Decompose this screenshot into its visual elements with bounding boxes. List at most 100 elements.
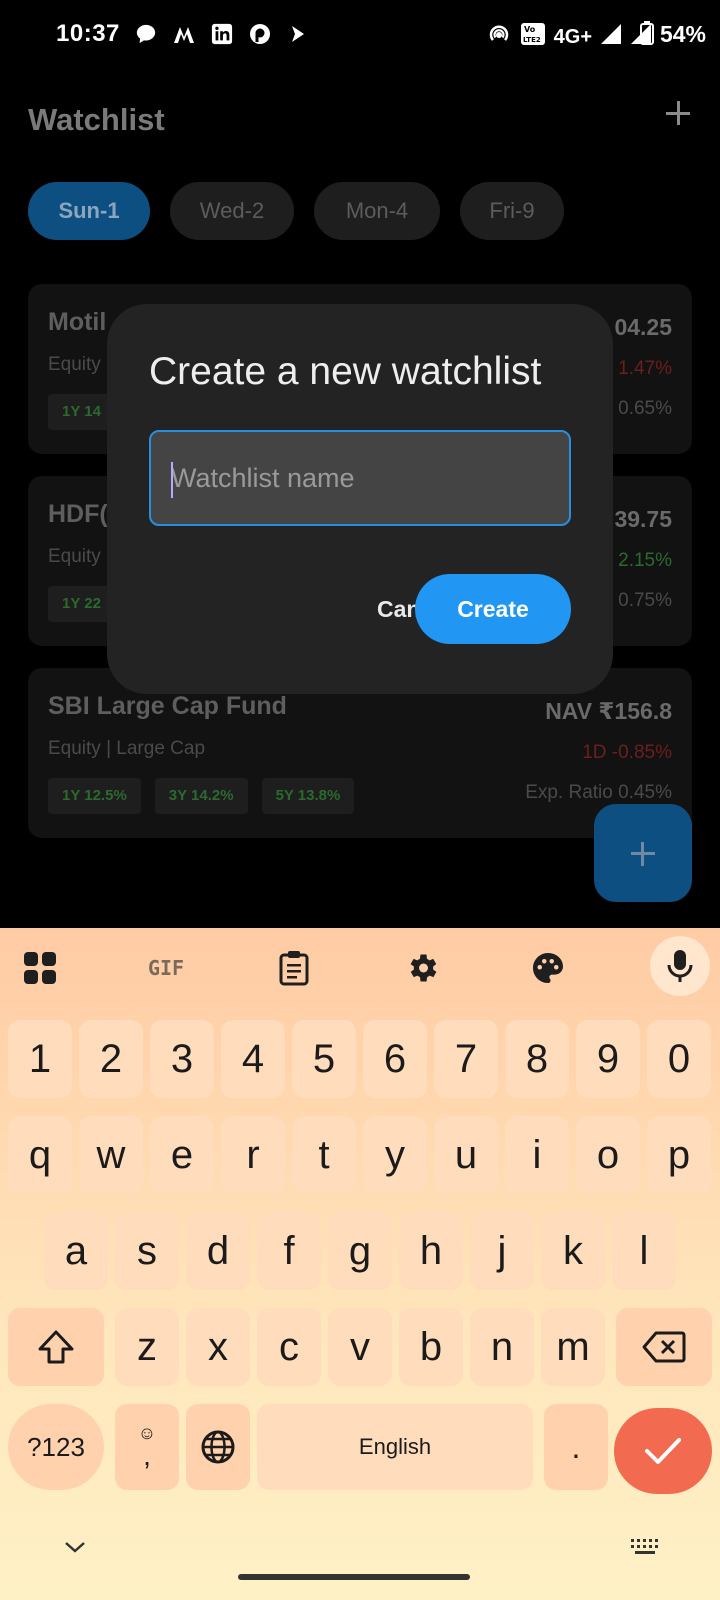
shift-icon	[38, 1330, 74, 1364]
fund-change: 1D -0.85%	[582, 742, 672, 763]
hide-keyboard-chevron-icon[interactable]	[62, 1538, 88, 1561]
status-bar: 10:37 Vo LTE2 4G+ 54%	[0, 0, 720, 72]
notification-icons	[134, 22, 310, 46]
arrow-app-icon	[286, 22, 310, 46]
comma-label: ,	[143, 1440, 151, 1471]
battery-icon	[639, 21, 660, 47]
key-b[interactable]: b	[399, 1308, 463, 1386]
plus-icon[interactable]	[660, 96, 696, 132]
period-key[interactable]: .	[544, 1404, 608, 1490]
key-j[interactable]: j	[470, 1212, 534, 1290]
apps-grid-icon[interactable]	[18, 946, 62, 990]
key-7[interactable]: 7	[434, 1020, 498, 1098]
key-k[interactable]: k	[541, 1212, 605, 1290]
status-time: 10:37	[56, 20, 120, 47]
palette-icon[interactable]	[526, 946, 570, 990]
keyboard: GIF 1 2 3 4 5 6 7 8 9 0 q w e r t y u i …	[0, 928, 720, 1600]
key-d[interactable]: d	[186, 1212, 250, 1290]
symbols-key[interactable]: ?123	[8, 1404, 104, 1490]
fund-nav: 04.25	[614, 314, 672, 340]
key-1[interactable]: 1	[8, 1020, 72, 1098]
add-fund-fab[interactable]	[594, 804, 692, 902]
key-8[interactable]: 8	[505, 1020, 569, 1098]
tab-sun-1[interactable]: Sun-1	[28, 182, 150, 240]
m-app-icon	[172, 22, 196, 46]
key-u[interactable]: u	[434, 1116, 498, 1194]
key-x[interactable]: x	[186, 1308, 250, 1386]
watchlist-name-input[interactable]	[171, 432, 551, 524]
key-e[interactable]: e	[150, 1116, 214, 1194]
fund-change: 1.47%	[618, 358, 672, 379]
key-v[interactable]: v	[328, 1308, 392, 1386]
fund-change: 2.15%	[618, 550, 672, 571]
key-g[interactable]: g	[328, 1212, 392, 1290]
gif-icon[interactable]: GIF	[144, 946, 188, 990]
key-z[interactable]: z	[115, 1308, 179, 1386]
p-app-icon	[248, 22, 272, 46]
globe-icon	[201, 1430, 235, 1464]
fund-nav: NAV ₹156.8	[545, 698, 672, 724]
key-y[interactable]: y	[363, 1116, 427, 1194]
key-l[interactable]: l	[612, 1212, 676, 1290]
return-chip: 1Y 12.5%	[48, 778, 141, 814]
fund-name: SBI Large Cap Fund	[48, 692, 287, 720]
key-m[interactable]: m	[541, 1308, 605, 1386]
key-5[interactable]: 5	[292, 1020, 356, 1098]
text-cursor	[171, 462, 173, 498]
key-4[interactable]: 4	[221, 1020, 285, 1098]
svg-text:Vo: Vo	[524, 25, 536, 34]
key-h[interactable]: h	[399, 1212, 463, 1290]
tab-fri-9[interactable]: Fri-9	[460, 182, 564, 240]
system-icons: Vo LTE2 4G+	[486, 22, 652, 52]
key-0[interactable]: 0	[647, 1020, 711, 1098]
fund-category: Equity | Large Cap	[48, 738, 206, 759]
fund-name: HDF(	[48, 500, 108, 528]
key-i[interactable]: i	[505, 1116, 569, 1194]
key-w[interactable]: w	[79, 1116, 143, 1194]
key-6[interactable]: 6	[363, 1020, 427, 1098]
key-q[interactable]: q	[8, 1116, 72, 1194]
fund-exp-ratio: 0.75%	[618, 590, 672, 611]
watchlist-tabs: Sun-1 Wed-2 Mon-4 Fri-9	[28, 182, 564, 240]
checkmark-icon	[645, 1438, 681, 1464]
clipboard-icon[interactable]	[272, 946, 316, 990]
battery-percent: 54%	[659, 21, 706, 47]
key-o[interactable]: o	[576, 1116, 640, 1194]
create-button[interactable]: Create	[415, 574, 571, 644]
shift-key[interactable]	[8, 1308, 104, 1386]
key-f[interactable]: f	[257, 1212, 321, 1290]
fund-exp-ratio: 0.65%	[618, 398, 672, 419]
language-globe-key[interactable]	[186, 1404, 250, 1490]
key-3[interactable]: 3	[150, 1020, 214, 1098]
key-c[interactable]: c	[257, 1308, 321, 1386]
chat-bubble-icon	[134, 22, 158, 46]
key-n[interactable]: n	[470, 1308, 534, 1386]
settings-gear-icon[interactable]	[400, 946, 444, 990]
tab-mon-4[interactable]: Mon-4	[314, 182, 440, 240]
home-gesture-pill[interactable]	[238, 1574, 470, 1580]
emoji-comma-key[interactable]: ☺ ,	[115, 1404, 179, 1490]
tab-wed-2[interactable]: Wed-2	[170, 182, 294, 240]
create-watchlist-dialog: Create a new watchlist Cancel Create	[107, 304, 613, 694]
fund-exp-ratio: Exp. Ratio 0.45%	[525, 782, 672, 803]
key-r[interactable]: r	[221, 1116, 285, 1194]
done-enter-key[interactable]	[614, 1408, 712, 1494]
return-chip: 1Y 22	[48, 586, 115, 622]
key-p[interactable]: p	[647, 1116, 711, 1194]
keyboard-switch-icon[interactable]	[630, 1538, 660, 1563]
watchlist-name-field[interactable]	[149, 430, 571, 526]
backspace-key[interactable]	[616, 1308, 712, 1386]
linkedin-icon	[210, 22, 234, 46]
key-s[interactable]: s	[115, 1212, 179, 1290]
return-chip: 1Y 14	[48, 394, 115, 430]
spacebar[interactable]: English	[257, 1404, 533, 1490]
keyboard-toolbar: GIF	[0, 928, 720, 1008]
fund-nav: 39.75	[614, 506, 672, 532]
key-a[interactable]: a	[44, 1212, 108, 1290]
fund-category: Equity	[48, 354, 101, 375]
key-9[interactable]: 9	[576, 1020, 640, 1098]
microphone-icon[interactable]	[650, 936, 710, 996]
svg-text:LTE2: LTE2	[523, 36, 541, 44]
key-t[interactable]: t	[292, 1116, 356, 1194]
key-2[interactable]: 2	[79, 1020, 143, 1098]
